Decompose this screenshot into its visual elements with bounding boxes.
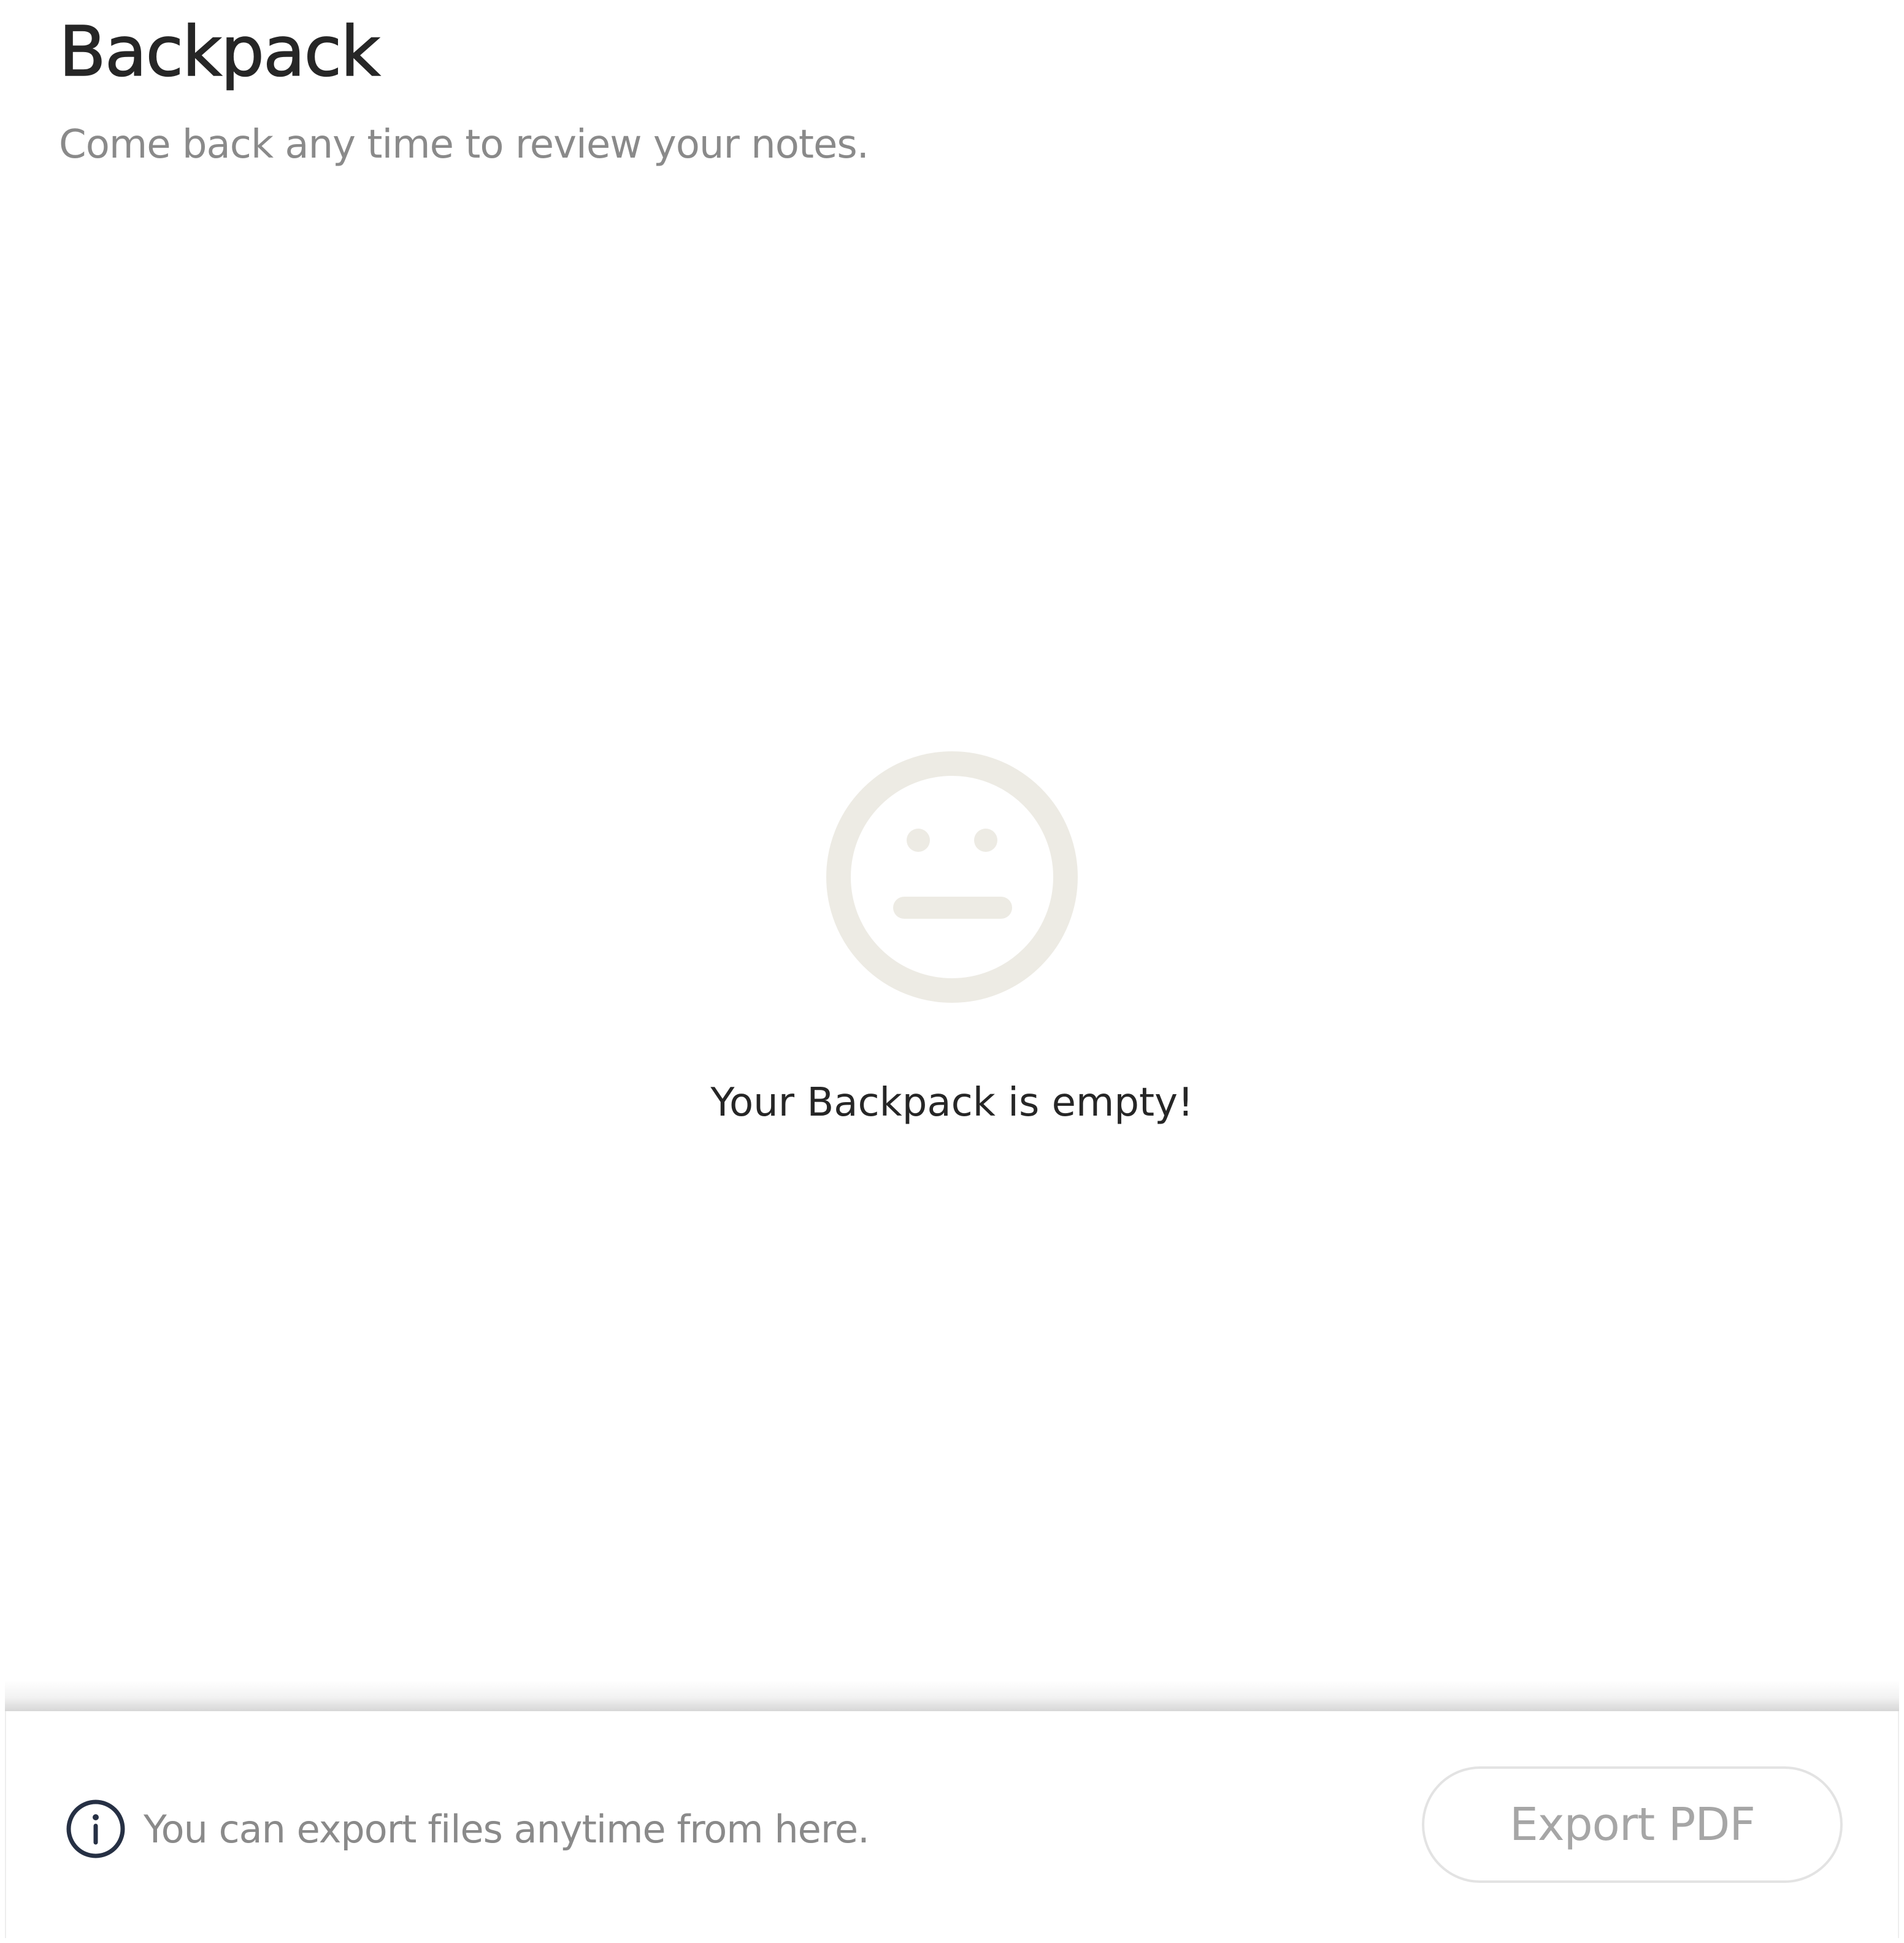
info-icon [66, 1799, 125, 1858]
neutral-face-icon [826, 751, 1078, 1003]
page-subtitle: Come back any time to review your notes. [59, 122, 869, 167]
empty-state: Your Backpack is empty! [0, 748, 1904, 1127]
export-footer: You can export files anytime from here. … [5, 1711, 1899, 1938]
export-pdf-button[interactable]: Export PDF [1422, 1766, 1843, 1883]
page-title: Backpack [58, 12, 381, 93]
empty-message: Your Backpack is empty! [710, 1080, 1194, 1125]
footer-shadow [5, 1680, 1899, 1711]
export-info-text: You can export files anytime from here. [144, 1807, 870, 1852]
page-header: Backpack Come back any time to review yo… [58, 12, 869, 169]
